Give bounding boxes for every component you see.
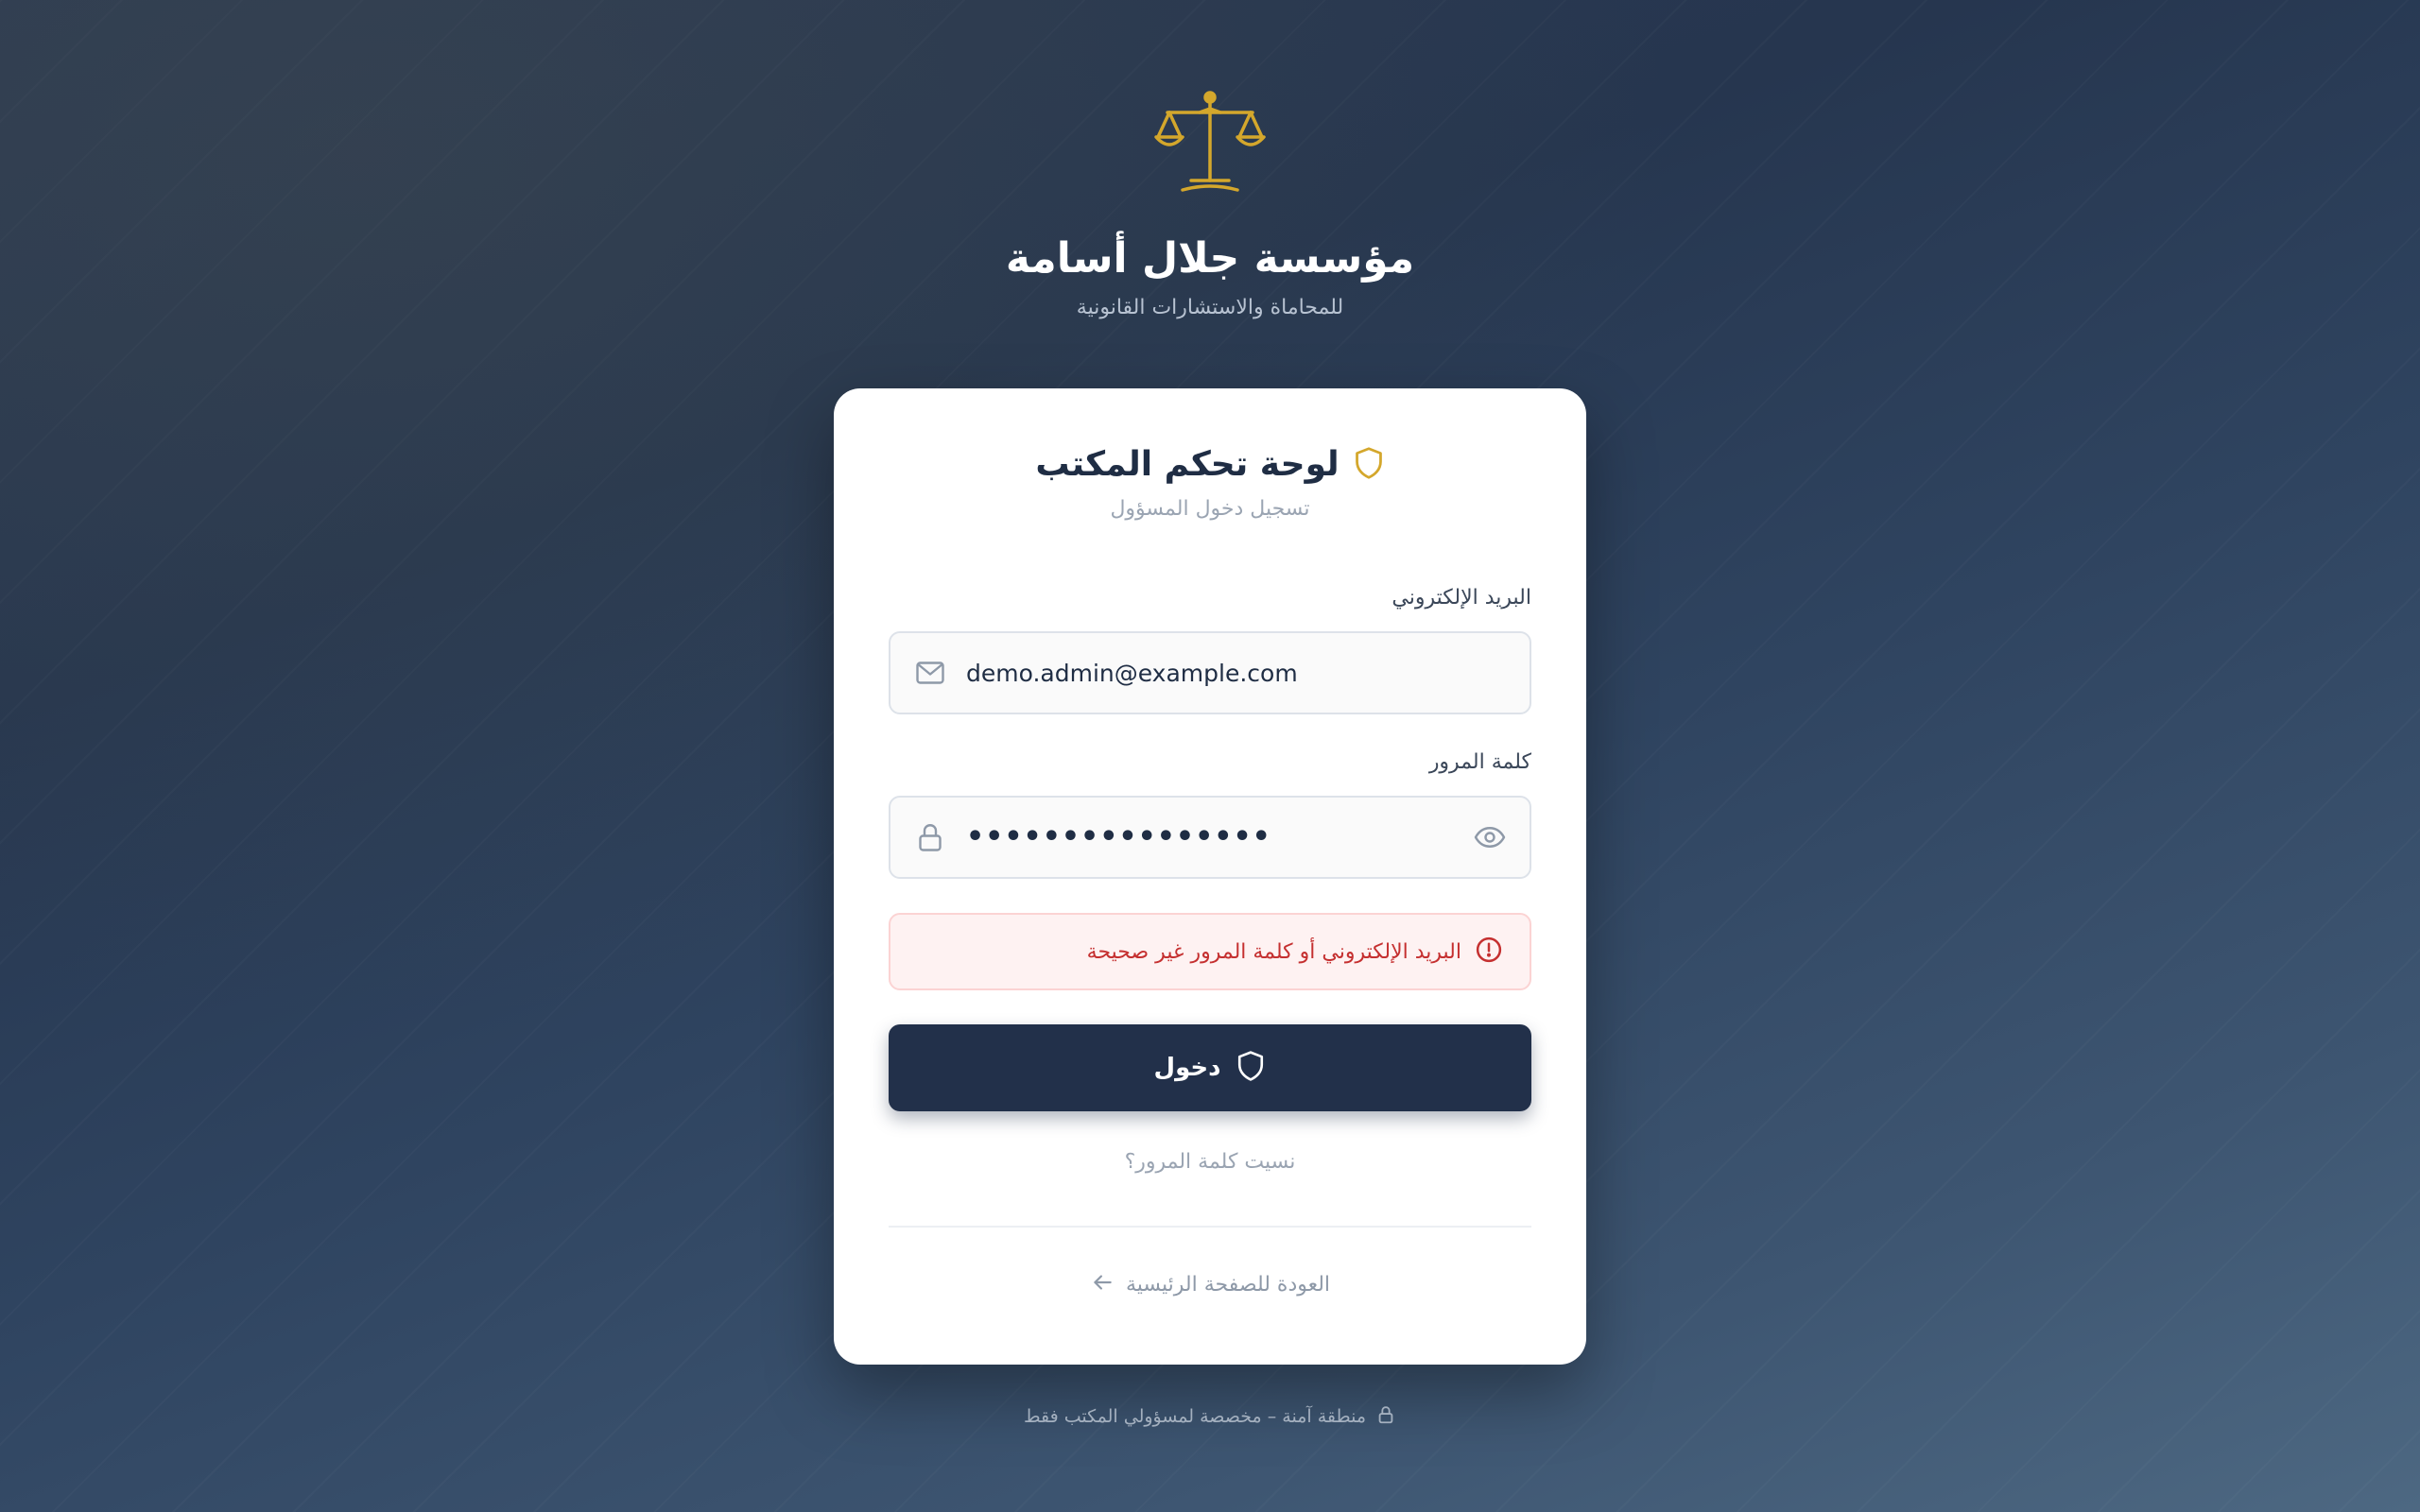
email-label: البريد الإلكتروني: [1392, 586, 1531, 610]
back-home-link[interactable]: العودة للصفحة الرئيسية: [834, 1270, 1586, 1298]
password-field[interactable]: ••••••••••••••••: [889, 796, 1531, 879]
password-label: كلمة المرور: [1428, 750, 1531, 774]
footer-text: منطقة آمنة – مخصصة لمسؤولي المكتب فقط: [1024, 1406, 1366, 1427]
mail-icon: [913, 656, 947, 690]
login-subtitle: تسجيل دخول المسؤول: [1110, 497, 1310, 521]
login-title: لوحة تحكم المكتب: [1035, 445, 1340, 484]
login-card-header: لوحة تحكم المكتب تسجيل دخول المسؤول: [834, 445, 1586, 521]
lock-icon: [1375, 1404, 1396, 1429]
arrow-left-icon: [1090, 1270, 1115, 1298]
scales-of-justice-icon: [1149, 90, 1271, 198]
login-card: لوحة تحكم المكتب تسجيل دخول المسؤول البر…: [834, 388, 1586, 1365]
forgot-password-link[interactable]: نسيت كلمة المرور؟: [834, 1150, 1586, 1174]
email-field[interactable]: demo.admin@example.com: [889, 631, 1531, 714]
back-home-label: العودة للصفحة الرئيسية: [1125, 1272, 1331, 1297]
firm-name: مؤسسة جلال أسامة: [1005, 234, 1415, 283]
shield-icon: [1236, 1050, 1266, 1086]
alert-circle-icon: [1475, 936, 1503, 968]
password-value: ••••••••••••••••: [966, 820, 1271, 853]
error-message: البريد الإلكتروني أو كلمة المرور غير صحي…: [1086, 939, 1461, 964]
error-alert: البريد الإلكتروني أو كلمة المرور غير صحي…: [889, 913, 1531, 990]
security-footer: منطقة آمنة – مخصصة لمسؤولي المكتب فقط: [0, 1404, 2420, 1429]
login-button[interactable]: دخول: [889, 1024, 1531, 1111]
brand-header: مؤسسة جلال أسامة للمحاماة والاستشارات ال…: [0, 90, 2420, 319]
lock-icon: [913, 820, 947, 854]
divider: [889, 1226, 1531, 1228]
email-value: demo.admin@example.com: [966, 659, 1298, 687]
login-button-label: دخول: [1153, 1054, 1221, 1082]
eye-icon[interactable]: [1473, 820, 1507, 854]
shield-icon: [1353, 446, 1385, 484]
firm-tagline: للمحاماة والاستشارات القانونية: [1076, 296, 1344, 319]
